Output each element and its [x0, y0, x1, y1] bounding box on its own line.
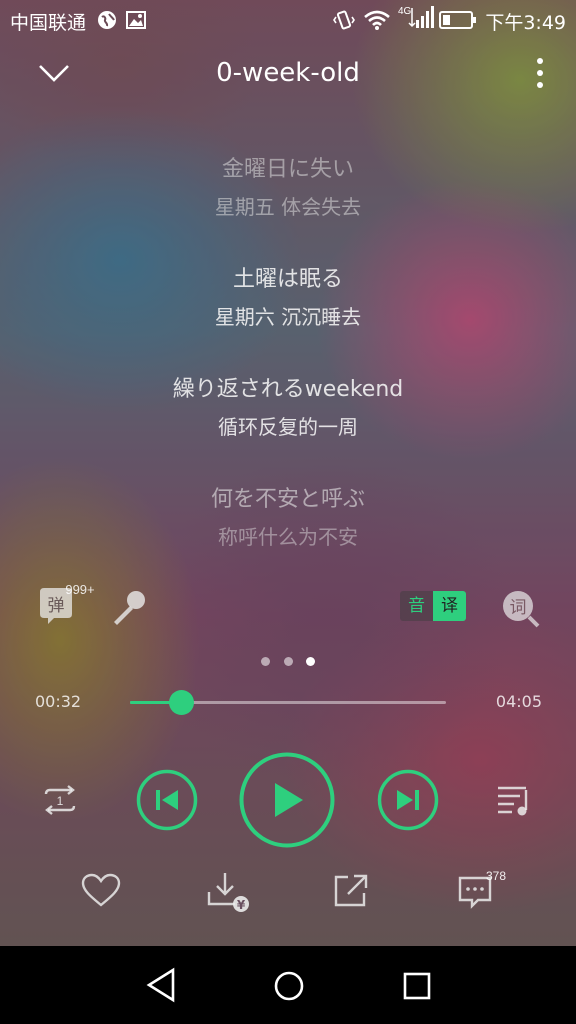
- lyric-line: 何を不安と呼ぶ 称呼什么为不安: [0, 480, 576, 590]
- comment-count: 378: [486, 869, 506, 883]
- lyric-original: 金曜日に失い: [221, 157, 354, 182]
- lyric-translation: 循环反复的一周: [218, 415, 358, 439]
- comments-button[interactable]: 378: [456, 866, 512, 916]
- skip-previous-icon: [136, 769, 198, 831]
- play-pause-button[interactable]: [238, 751, 336, 853]
- lyric-translation: 称呼什么为不安: [218, 525, 358, 549]
- page-dot-active: [306, 657, 315, 666]
- microphone-icon: [114, 591, 145, 625]
- progress-knob[interactable]: [168, 690, 194, 715]
- download-button[interactable]: ¥: [205, 870, 255, 920]
- vibrate-icon: [333, 9, 355, 35]
- skip-next-icon: [377, 769, 439, 831]
- lyric-original: 何を不安と呼ぶ: [210, 487, 365, 512]
- system-navigation-bar: [0, 946, 576, 1024]
- total-time: 04:05: [495, 692, 542, 711]
- playlist-icon: [498, 786, 528, 816]
- paid-download-badge: ¥: [237, 898, 246, 912]
- favorite-button[interactable]: [80, 872, 122, 912]
- wifi-icon: [363, 9, 391, 35]
- back-nav-button[interactable]: [143, 966, 179, 1008]
- lyric-line: 金曜日に失い 星期五 体会失去: [0, 150, 576, 260]
- repeat-one-icon: 1: [44, 785, 76, 815]
- image-notification-icon: [125, 9, 147, 35]
- chevron-down-icon: [39, 65, 69, 82]
- more-options-button[interactable]: [530, 56, 550, 96]
- recents-square-icon: [403, 972, 431, 1000]
- lyric-translation: 星期五 体会失去: [214, 195, 362, 219]
- progress-track[interactable]: [130, 690, 446, 715]
- danmaku-count: 999+: [65, 582, 94, 597]
- home-circle-icon: [274, 971, 304, 1001]
- clock: 下午3:49: [485, 12, 566, 34]
- cellular-signal-icon: 4G: [398, 4, 434, 34]
- more-vertical-icon: [537, 58, 543, 88]
- lyric-line: 土曜は眠る 星期六 沉沉睡去: [0, 260, 576, 370]
- repeat-mode-button[interactable]: 1: [38, 782, 82, 822]
- lyric-translation: 星期六 沉沉睡去: [214, 305, 362, 329]
- repeat-one-label: 1: [57, 794, 64, 808]
- globe-icon: [96, 9, 118, 35]
- current-time: 00:32: [35, 692, 82, 711]
- lyric-original: 土曜は眠る: [232, 267, 343, 292]
- translate-mode-option[interactable]: 译: [433, 591, 466, 621]
- back-triangle-icon: [146, 967, 175, 1003]
- status-bar: 中国联通 4G 下午3:49: [0, 0, 576, 40]
- home-nav-button[interactable]: [272, 969, 306, 1007]
- lyrics-panel[interactable]: 金曜日に失い 星期五 体会失去 土曜は眠る 星期六 沉沉睡去 繰り返されるwee…: [0, 150, 576, 590]
- heart-icon: [81, 873, 121, 907]
- karaoke-button[interactable]: [108, 586, 152, 632]
- page-indicator: [258, 657, 322, 667]
- comment-icon: 378: [458, 869, 506, 909]
- share-icon: [334, 874, 368, 907]
- lyric-original: 繰り返されるweekend: [172, 377, 404, 402]
- previous-track-button[interactable]: [135, 768, 199, 836]
- play-icon: [239, 752, 335, 848]
- playlist-button[interactable]: [494, 782, 536, 822]
- song-title: 0-week-old: [216, 58, 360, 88]
- sound-mode-option[interactable]: 音: [400, 591, 433, 621]
- download-icon: ¥: [207, 873, 249, 912]
- danmaku-label: 弹: [48, 596, 65, 616]
- lyric-line: 繰り返されるweekend 循环反复的一周: [0, 370, 576, 480]
- share-button[interactable]: [332, 872, 370, 914]
- lyric-mode-toggle[interactable]: 音 译: [400, 591, 466, 621]
- danmaku-button[interactable]: 弹 999+: [36, 582, 100, 634]
- recents-nav-button[interactable]: [401, 971, 433, 1005]
- page-dot: [261, 657, 270, 666]
- carrier-name: 中国联通: [10, 12, 87, 34]
- player-header: 0-week-old: [0, 50, 576, 100]
- page-dot: [284, 657, 293, 666]
- battery-icon: [439, 10, 477, 34]
- network-type-label: 4G: [398, 6, 412, 17]
- lyric-search-button[interactable]: 词: [500, 588, 542, 634]
- next-track-button[interactable]: [376, 768, 440, 836]
- lyric-search-label: 词: [510, 598, 527, 618]
- collapse-button[interactable]: [36, 60, 72, 92]
